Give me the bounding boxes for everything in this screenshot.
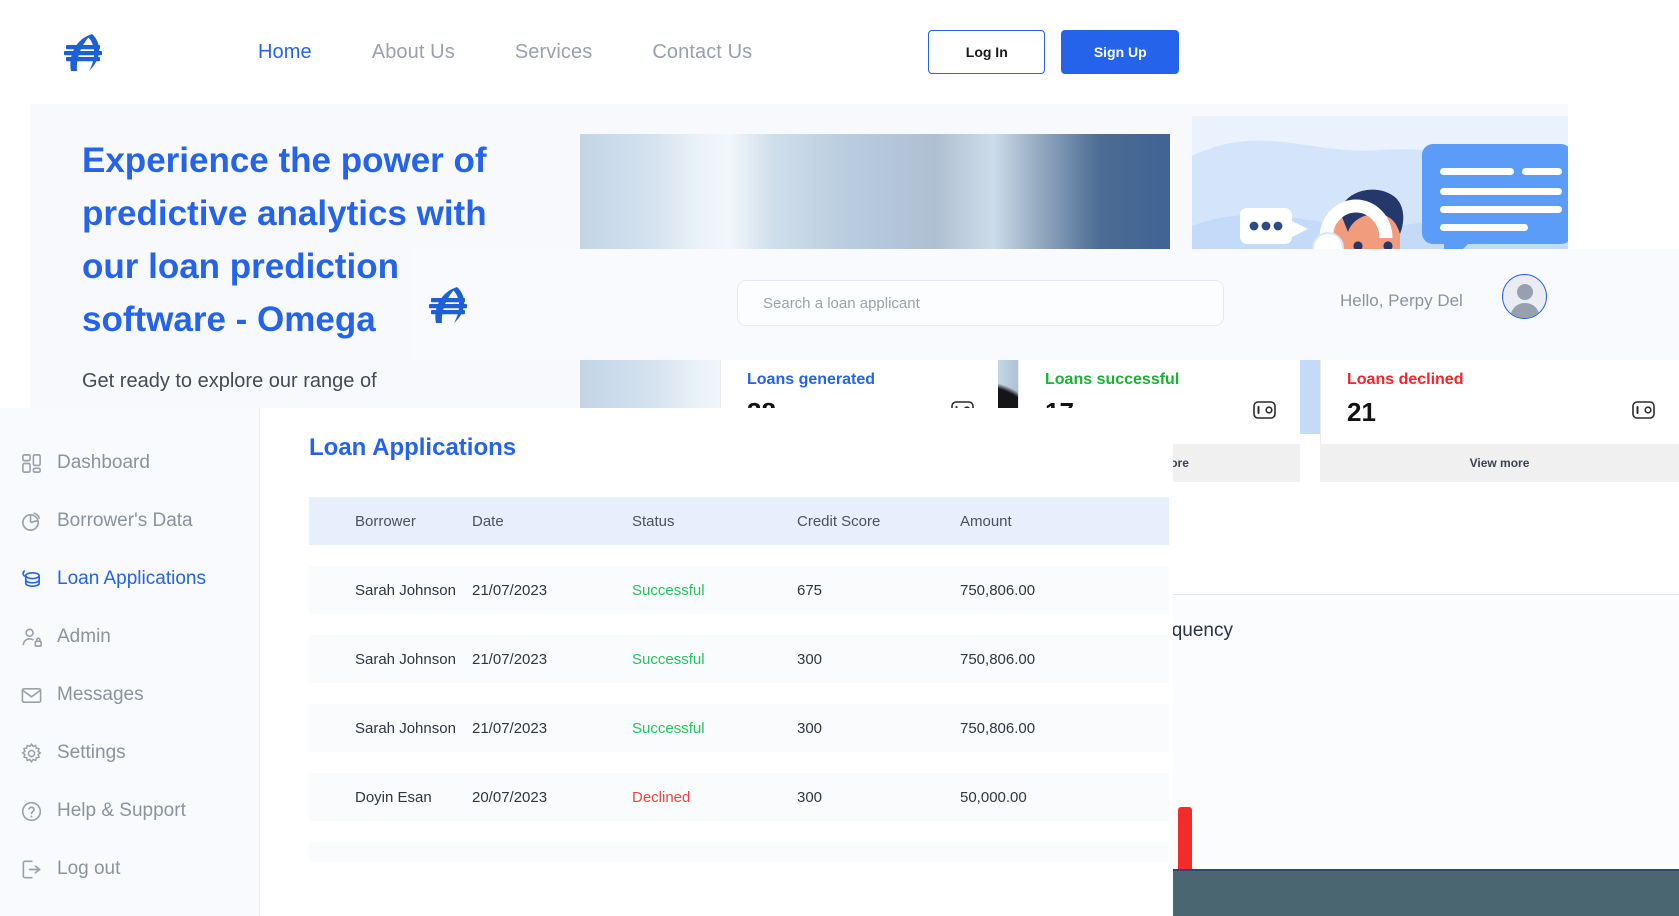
cell-credit-score: 675 [797, 581, 823, 599]
search-placeholder: Search a loan applicant [763, 294, 920, 312]
envelope-icon [18, 682, 44, 708]
stat-value: 21 [1347, 397, 1376, 427]
logout-arrow-icon [18, 856, 44, 882]
cell-status: Successful [632, 581, 705, 599]
sidebar-item-label: Borrower's Data [57, 510, 193, 531]
column-header-credit-score: Credit Score [797, 512, 881, 530]
sidebar-item-label: Help & Support [57, 800, 186, 821]
sidebar-item-label: Settings [57, 742, 126, 763]
gear-icon [18, 740, 44, 766]
column-header-amount: Amount [960, 512, 1012, 530]
cell-date: 20/07/2023 [472, 788, 548, 806]
sign-up-button[interactable]: Sign Up [1061, 30, 1180, 74]
hero-subtitle: Get ready to explore our range of [82, 370, 377, 392]
sidebar-item-messages[interactable]: Messages [0, 666, 259, 724]
stat-footer-loans-declined[interactable]: View more [1320, 444, 1679, 482]
column-header-borrower: Borrower [355, 512, 416, 530]
table-row[interactable]: Sarah Johnson 21/07/2023 Successful 300 … [309, 704, 1169, 752]
sidebar-item-help-support[interactable]: Help & Support [0, 782, 259, 840]
search-input[interactable]: Search a loan applicant [737, 280, 1224, 326]
view-more-label: View more [1469, 456, 1530, 470]
cell-borrower: Sarah Johnson [355, 719, 456, 737]
cell-amount: 750,806.00 [960, 719, 1036, 737]
nav-link-contact-us[interactable]: Contact Us [622, 41, 782, 64]
stat-label: Loans declined [1347, 371, 1464, 388]
cell-borrower: Doyin Esan [355, 788, 432, 806]
nav-link-services[interactable]: Services [485, 41, 623, 64]
nav-links: Home About Us Services Contact Us [228, 41, 782, 64]
user-lock-icon [18, 624, 44, 650]
app-root: Home About Us Services Contact Us Log In… [0, 0, 1679, 916]
table-row[interactable]: Sarah Johnson 21/07/2023 Successful 300 … [309, 635, 1169, 683]
cell-amount: 50,000.00 [960, 788, 1027, 806]
sidebar-item-log-out[interactable]: Log out [0, 840, 259, 898]
cell-date: 21/07/2023 [472, 581, 548, 599]
cell-credit-score: 300 [797, 650, 823, 668]
loan-frequency-chart-card: Loan frequency [1102, 594, 1679, 916]
cell-borrower: Sarah Johnson [355, 581, 456, 599]
cell-status: Declined [632, 788, 691, 806]
sidebar-nav: Dashboard Borrower's Data Loan Applicati… [0, 408, 260, 916]
loan-applications-table: Borrower Date Status Credit Score Amount… [309, 497, 1169, 862]
cell-credit-score: 300 [797, 788, 823, 806]
cell-date: 21/07/2023 [472, 650, 548, 668]
table-header-row: Borrower Date Status Credit Score Amount [309, 497, 1169, 545]
cell-amount: 750,806.00 [960, 581, 1036, 599]
cell-credit-score: 300 [797, 719, 823, 737]
cell-status: Successful [632, 719, 705, 737]
sidebar-item-settings[interactable]: Settings [0, 724, 259, 782]
cell-status: Successful [632, 650, 705, 668]
omega-bird-logo-icon-dashboard[interactable] [422, 281, 476, 327]
site-navbar: Home About Us Services Contact Us Log In… [0, 0, 1278, 104]
sidebar-item-loan-applications[interactable]: Loan Applications [0, 550, 259, 608]
nav-link-about-us[interactable]: About Us [342, 41, 485, 64]
sidebar-item-label: Admin [57, 626, 111, 647]
stat-label: Loans generated [747, 371, 876, 388]
sidebar-item-label: Loan Applications [57, 568, 206, 589]
stat-label: Loans successful [1045, 371, 1180, 388]
user-greeting: Hello, Perpy Del [1340, 291, 1463, 310]
log-in-button[interactable]: Log In [928, 30, 1046, 74]
stat-card-loans-declined[interactable]: Loans declined 21 [1320, 360, 1679, 444]
database-icon [18, 566, 44, 592]
wallet-icon [1253, 401, 1276, 419]
dashboard-topbar: Search a loan applicant Hello, Perpy Del [410, 249, 1679, 360]
sidebar-item-dashboard[interactable]: Dashboard [0, 434, 259, 492]
column-header-date: Date [472, 512, 504, 530]
grid-dashboard-icon [18, 450, 44, 476]
chart-footer-bar [1172, 871, 1679, 916]
sidebar-item-label: Log out [57, 858, 121, 879]
column-header-status: Status [632, 512, 675, 530]
sidebar-item-label: Dashboard [57, 452, 150, 473]
user-avatar[interactable] [1502, 274, 1547, 319]
wallet-icon [1632, 401, 1655, 419]
cell-date: 21/07/2023 [472, 719, 548, 737]
sidebar-item-borrowers-data[interactable]: Borrower's Data [0, 492, 259, 550]
table-row[interactable]: Doyin Esan 20/07/2023 Declined 300 50,00… [309, 773, 1169, 821]
pie-chart-icon [18, 508, 44, 534]
chart-plot-area [1172, 655, 1679, 870]
nav-link-home[interactable]: Home [228, 41, 342, 64]
loan-applications-panel: Loan Applications Borrower Date Status C… [260, 408, 1173, 916]
table-row[interactable] [309, 842, 1169, 862]
cell-amount: 750,806.00 [960, 650, 1036, 668]
sidebar-item-admin[interactable]: Admin [0, 608, 259, 666]
table-row[interactable]: Sarah Johnson 21/07/2023 Successful 675 … [309, 566, 1169, 614]
sidebar-item-label: Messages [57, 684, 144, 705]
page-title: Loan Applications [309, 434, 517, 461]
chart-bar [1178, 807, 1192, 870]
nav-actions: Log In Sign Up [928, 30, 1180, 74]
omega-bird-logo-icon[interactable] [58, 29, 110, 75]
question-circle-icon [18, 798, 44, 824]
cell-borrower: Sarah Johnson [355, 650, 456, 668]
